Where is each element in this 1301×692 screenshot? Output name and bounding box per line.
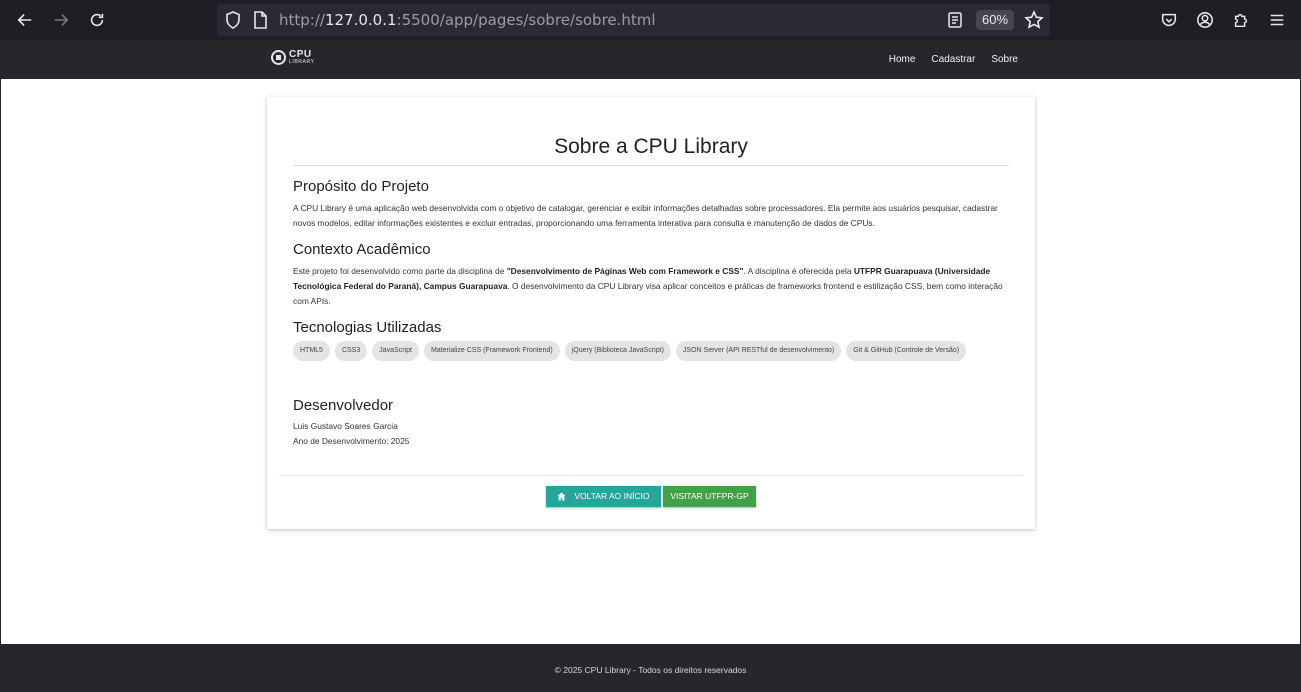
url-text[interactable]: http://127.0.0.1:5500/app/pages/sobre/so… [279,11,656,29]
footer-copyright: © 2025 CPU Library - Todos os direitos r… [554,665,747,675]
nav-link-sobre[interactable]: Sobre [983,54,1026,65]
course-name: "Desenvolvimento de Páginas Web com Fram… [506,266,744,276]
purpose-heading: Propósito do Projeto [293,178,429,195]
reload-icon [90,13,104,27]
pocket-button[interactable] [1157,8,1181,32]
tech-chip: JavaScript [372,341,419,361]
url-prefix: http:// [279,11,325,29]
site-nav-links: Home Cadastrar Sobre [881,54,1026,65]
tech-chip-list: HTML5 CSS3 JavaScript Materialize CSS (F… [293,341,1013,361]
forward-button[interactable] [49,8,73,32]
back-button[interactable] [13,8,37,32]
tech-heading: Tecnologias Utilizadas [293,319,442,336]
developer-heading: Desenvolvedor [293,397,394,414]
extensions-button[interactable] [1229,8,1253,32]
zoom-level-badge[interactable]: 60% [976,10,1015,30]
context-text-part: . A disciplina é oferecida pela [743,266,854,276]
tech-chip: CSS3 [334,341,368,361]
developer-name: Luis Gustavo Soares Garcia [293,421,398,431]
site-navbar [0,40,1301,79]
puzzle-icon [1234,13,1248,28]
tech-chip: Git & GitHub (Controle de Versão) [846,341,967,361]
purpose-text: A CPU Library é uma aplicação web desenv… [293,203,998,228]
viewport-left-edge [0,79,1,644]
back-home-button[interactable]: VOLTAR AO INÍCIO [546,486,661,507]
hamburger-icon [1270,14,1284,26]
nav-link-cadastrar[interactable]: Cadastrar [923,54,983,65]
arrow-right-icon [54,14,69,26]
cpu-logo-icon [271,50,286,65]
account-icon [1197,12,1213,28]
site-logo[interactable]: CPU LIBRARY [271,50,315,65]
reader-view-icon[interactable] [947,11,963,34]
reload-button[interactable] [85,8,109,32]
tech-chip: Materialize CSS (Framework Frontend) [423,341,560,361]
home-icon [557,492,566,501]
page-title: Sobre a CPU Library [293,135,1009,166]
tech-chip: JSON Server (API RESTful de desenvolvime… [675,341,842,361]
page-info-icon[interactable] [253,11,267,34]
browser-toolbar: http://127.0.0.1:5500/app/pages/sobre/so… [0,0,1301,40]
back-home-label: VOLTAR AO INÍCIO [574,491,650,501]
account-button[interactable] [1193,8,1217,32]
tech-chip: HTML5 [293,341,330,361]
context-heading: Contexto Acadêmico [293,241,431,258]
bookmark-star-icon[interactable] [1024,10,1044,35]
url-path: :5500/app/pages/sobre/sobre.html [396,11,656,29]
nav-link-home[interactable]: Home [881,54,924,65]
visit-utfpr-button[interactable]: VISITAR UTFPR-GP [663,486,756,507]
card-action-divider [279,475,1023,476]
menu-button[interactable] [1265,8,1289,32]
arrow-left-icon [17,14,32,26]
about-card: Sobre a CPU Library Propósito do Projeto… [267,97,1035,529]
pocket-icon [1161,13,1177,27]
context-text-part: Este projeto foi desenvolvido como parte… [293,266,507,276]
tech-chip: jQuery (Biblioteca JavaScript) [564,341,671,361]
context-text: Este projeto foi desenvolvido como parte… [293,264,1013,309]
url-host: 127.0.0.1 [324,11,397,29]
address-bar[interactable]: http://127.0.0.1:5500/app/pages/sobre/so… [217,4,1050,36]
site-footer: © 2025 CPU Library - Todos os direitos r… [0,644,1301,692]
logo-subtitle: LIBRARY [289,59,315,65]
shield-icon[interactable] [225,11,241,34]
development-year: Ano de Desenvolvimento: 2025 [293,436,410,446]
